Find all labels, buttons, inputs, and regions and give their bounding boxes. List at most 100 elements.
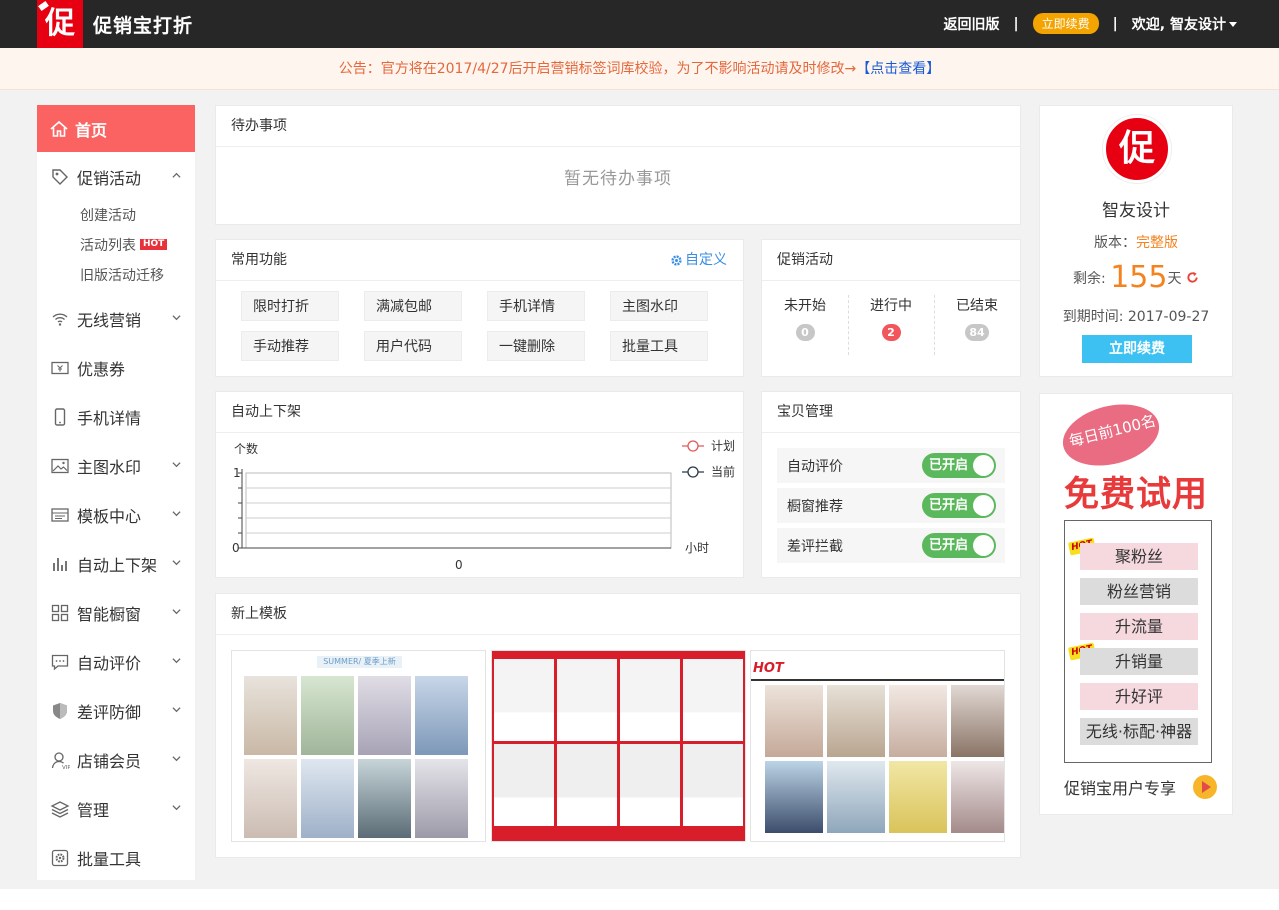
free-trial-ad[interactable]: 每日前100名 免费试用 HOT聚粉丝粉丝营销升流量HOT升销量升好评无线·标配… [1039,393,1233,815]
template-icon [51,507,69,522]
sidebar-item-label: 无线营销 [77,310,142,330]
promotion-status[interactable]: 进行中 2 [848,281,934,357]
sidebar-item-phone[interactable]: 手机详情 [37,392,195,441]
tools-icon [51,849,69,866]
toggle-switch[interactable]: 已开启 [922,493,996,518]
sidebar-item-label: 管理 [77,800,110,820]
refresh-icon[interactable] [1186,271,1199,284]
renew-button[interactable]: 立即续费 [1082,335,1192,363]
template-banner: SUMMER/ 夏季上新 [317,656,402,668]
chevron-down-icon [172,315,181,321]
function-button[interactable]: 批量工具 [610,331,708,361]
template-thumbnail-1[interactable]: SUMMER/ 夏季上新 [231,650,486,842]
sidebar-item-label: 手机详情 [77,408,142,428]
sidebar-item-template[interactable]: 模板中心 [37,490,195,539]
model-photo [415,676,468,755]
announcement-link[interactable]: 【点击查看】 [856,61,940,77]
function-button[interactable]: 用户代码 [364,331,462,361]
hot-badge: HOT [140,239,168,250]
chart-legend-marker [687,440,699,452]
remaining-label: 剩余: [1073,271,1106,287]
model-photo [951,761,1004,833]
sidebar-item-label: 差评防御 [77,702,142,722]
template-divider [751,679,1004,681]
promotion-status-label: 已结束 [956,298,998,314]
app-logo[interactable]: 促 [37,0,83,48]
chevron-down-icon [172,707,181,713]
customize-link[interactable]: 自定义 [670,240,727,281]
renew-pill-button[interactable]: 立即续费 [1032,13,1099,34]
sidebar-item-home[interactable]: 首页 [37,105,195,152]
header-separator: | [1013,15,1019,32]
model-photo [827,685,885,757]
account-card: 促 智友设计 版本：完整版 剩余: 155天 到期时间: 2017-09-27 … [1039,105,1233,377]
sidebar-subitem-create[interactable]: 创建活动 [37,201,195,231]
function-button[interactable]: 主图水印 [610,291,708,321]
promotion-status-label: 进行中 [870,298,912,314]
shoe-photo [620,744,680,826]
todo-panel: 待办事项 暂无待办事项 [215,105,1021,225]
svg-text:VIP: VIP [62,765,70,770]
header-separator: | [1112,15,1118,32]
wifi-icon [52,312,68,326]
function-button[interactable]: 手机详情 [487,291,585,321]
model-photo [301,676,354,755]
sidebar-item-image[interactable]: 主图水印 [37,441,195,490]
sidebar-item-tools[interactable]: 批量工具 [37,833,195,882]
promotion-status[interactable]: 未开始 0 [762,281,848,357]
chevron-down-icon [172,560,181,566]
setting-label: 橱窗推荐 [787,498,843,515]
sidebar-item-wifi[interactable]: 无线营销 [37,294,195,343]
announcement-text: 公告：官方将在2017/4/27后开启营销标签词库校验，为了不影响活动请及时修改… [338,61,857,77]
sidebar-item-layers[interactable]: 管理 [37,784,195,833]
function-button[interactable]: 手动推荐 [241,331,339,361]
sidebar-subitem-list[interactable]: 活动列表 HOT [37,231,195,261]
layers-icon [50,800,70,818]
back-old-version-link[interactable]: 返回旧版 [944,14,1000,34]
chart-y-tick-label: 1 [233,466,241,480]
sidebar-item-vip[interactable]: VIP 店铺会员 [37,735,195,784]
sidebar-item-bars[interactable]: 自动上下架 [37,539,195,588]
template-shoe-grid [494,659,743,826]
template-thumbnail-2[interactable] [491,650,746,842]
app-title: 促销宝打折 [93,15,194,37]
promotion-count-badge: 0 [795,324,815,341]
model-photo [358,676,411,755]
welcome-text: 欢迎, 智友设计 [1131,16,1226,33]
sidebar-item-coupon[interactable]: 优惠券 [37,343,195,392]
setting-label: 差评拦截 [787,538,843,555]
sidebar-item-label: 自动上下架 [77,555,158,575]
panel-title: 自动上下架 [216,392,743,433]
chevron-down-icon [172,756,181,762]
promotion-status-columns: 未开始 0 进行中 2 已结束 84 [762,281,1020,357]
arrow-right-icon[interactable] [1193,775,1217,799]
function-button[interactable]: 限时打折 [241,291,339,321]
model-photo [765,761,823,833]
top-header: 促 促销宝打折 返回旧版 | 立即续费 | 欢迎, 智友设计 [0,0,1279,48]
chart-x-tick-label: 0 [455,558,463,572]
sidebar-item-promo[interactable]: 促销活动 [37,152,195,201]
function-button[interactable]: 一键删除 [487,331,585,361]
sidebar-item-label: 自动评价 [77,653,142,673]
toggle-switch[interactable]: 已开启 [922,453,996,478]
grid-icon [51,604,69,621]
sidebar-item-label: 智能橱窗 [77,604,142,624]
remaining-days: 155 [1110,260,1168,295]
model-photo [244,759,297,838]
sidebar-subitem-migrate[interactable]: 旧版活动迁移 [37,261,195,291]
model-photo [765,685,823,757]
sidebar-item-grid[interactable]: 智能橱窗 [37,588,195,637]
setting-label: 自动评价 [787,458,843,475]
sidebar-item-comment[interactable]: 自动评价 [37,637,195,686]
toggle-switch[interactable]: 已开启 [922,533,996,558]
template-thumbnail-3[interactable]: HOT [750,650,1005,842]
chevron-down-icon [172,511,181,517]
user-menu[interactable]: 欢迎, 智友设计 [1132,14,1237,34]
function-button[interactable]: 满减包邮 [364,291,462,321]
remaining-line: 剩余: 155天 [1040,260,1232,295]
sidebar-item-shield[interactable]: 差评防御 [37,686,195,735]
ad-feature-item: 聚粉丝 [1080,543,1198,570]
shoe-photo [494,744,554,826]
promotion-status[interactable]: 已结束 84 [934,281,1020,357]
shoe-photo [494,659,554,741]
